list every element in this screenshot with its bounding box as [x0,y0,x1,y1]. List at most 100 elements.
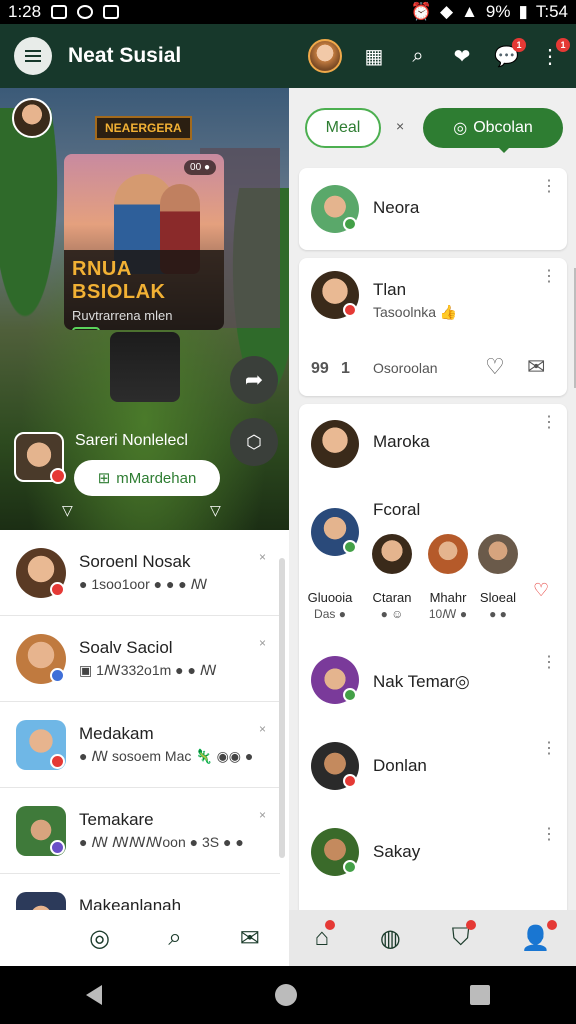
profile-avatar-button[interactable] [308,39,342,73]
search-icon[interactable]: ⌕ [406,45,430,68]
status-bar: 1:28 ⏰ ◆ ▲ 9% ▮ T:54 [0,0,576,24]
alarm-icon: ⏰ [410,2,433,21]
list-item-sub: ▣ 1ꟿ332o1m ● ● ꟿ [79,662,217,678]
status-badge [343,540,357,554]
list-item[interactable]: Soroenl Nosak ● 1soo1oor ● ● ● ꟿ × [0,530,280,616]
heart-icon[interactable]: ❤ [450,44,474,69]
status-badge [343,688,357,702]
join-button-label: mMardehan [116,469,197,487]
more-badge: 1 [556,37,570,52]
filter-bar: Meal × ◎ Obcolan [289,88,576,168]
mail-notification-icon [103,5,120,19]
featured-game-hero[interactable]: NEAERGERA 00 ● RNUA BSIOLAK Ruvtrarrena … [0,88,289,530]
group-member[interactable] [475,534,521,574]
feed-card-name: Sakay [373,842,421,861]
game-subtitle: Ruvtrarrena mlen [72,308,173,323]
list-item[interactable]: Medakam ● ꟿ sosoem Mac 🦎 ◉◉ ● × [0,702,280,788]
home-button-icon[interactable] [274,984,297,1006]
menu-icon [25,55,41,57]
notification-dot [324,920,335,930]
close-icon[interactable]: × [259,550,266,564]
conversation-list: Soroenl Nosak ● 1soo1oor ● ● ● ꟿ × Soalv… [0,530,289,966]
filter-chip-active[interactable]: ◎ Obcolan [423,108,563,153]
game-card-info: RNUA BSIOLAK Ruvtrarrena mlen 00 [64,250,224,330]
feed-card-sub: Tasoolnka 👍 [373,304,458,320]
chevron-down-icon[interactable]: ▽ [62,502,73,519]
back-icon[interactable] [86,985,103,1005]
hexagon-button[interactable]: ⬡ [230,418,278,466]
close-icon[interactable]: × [259,636,266,650]
search-icon[interactable]: ⌕ [168,924,181,952]
group-member-label: Gluooia Das ● [307,590,353,621]
group-member[interactable] [425,534,471,574]
status-badge [343,303,357,317]
game-card[interactable]: 00 ● RNUA BSIOLAK Ruvtrarrena mlen 00 [64,154,224,330]
more-icon[interactable]: ⋮ 1 [538,37,570,69]
more-options-icon[interactable]: ⋮ [541,269,557,285]
game-score: 00 [72,327,100,330]
app-bar: Neat Susial ▦ ⌕ ❤ 💬 1 ⋮ 1 [0,24,576,88]
close-icon[interactable]: × [259,808,266,822]
menu-button[interactable] [14,37,52,75]
list-item[interactable]: Soalv Saciol ▣ 1ꟿ332o1m ● ● ꟿ × [0,616,280,702]
join-button[interactable]: ⊞ mMardehan [74,460,220,496]
status-badge [343,860,357,874]
feed-card[interactable]: Tlan Tasoolnka 👍 ⋮ 99 1 Osoroolan ♡ ✉ [299,258,567,396]
grid-icon[interactable]: ▦ [362,44,386,69]
share-arrow-icon: ➦ [244,367,264,392]
message-icon[interactable]: ✉ [527,354,545,380]
join-icon: ⊞ [97,470,111,487]
feed-card-name: Maroka [373,432,430,451]
chat-bubble-icon[interactable]: ◎ [89,924,110,953]
chat-icon: ◎ [453,120,468,137]
chevron-down-icon[interactable]: ▽ [210,502,221,519]
profile-icon[interactable]: 👤 [521,919,557,953]
clock-right: T:54 [535,2,568,21]
feed-card[interactable]: Neora ⋮ [299,168,567,250]
battery-percent: 9% [485,2,511,21]
avatar [428,534,468,574]
list-item-name: Soroenl Nosak [79,552,191,571]
status-badge [343,774,357,788]
hero-poster-name: Sareri Nonlelecl [75,432,188,449]
hero-user-avatar[interactable] [12,98,52,138]
notification-dot [465,920,476,930]
bottom-nav-left: ◎ ⌕ ✉ [0,910,289,966]
filter-chip-meal[interactable]: Meal [305,108,381,148]
list-item-name: Medakam [79,724,154,743]
home-icon[interactable]: ⌂ [314,920,335,952]
scrollbar[interactable] [279,558,285,858]
clock: 1:28 [8,2,42,21]
status-badge [50,754,65,769]
sport-ball-icon[interactable]: ◍ [380,924,401,953]
chat-icon[interactable]: 💬 1 [494,37,526,69]
filter-separator: × [396,118,405,134]
more-options-icon[interactable]: ⋮ [541,741,557,757]
heart-badge-icon[interactable]: ♡ [533,580,549,601]
list-item-name: Soalv Saciol [79,638,173,657]
heart-outline-icon[interactable]: ♡ [485,354,505,380]
status-badge [50,582,65,597]
like-count: 99 [311,360,329,377]
status-badge [50,840,65,855]
list-item-sub: ● ꟿ ꟿꟿꟿoon ● 3S ● ● [79,834,244,850]
recents-icon[interactable] [469,985,490,1005]
feed-card-name: Tlan [373,280,407,299]
tree-decoration [0,108,70,368]
more-options-icon[interactable]: ⋮ [541,415,557,431]
status-badge [50,668,65,683]
list-item-name: Temakare [79,810,154,829]
chat-badge: 1 [512,37,526,52]
close-icon[interactable]: × [259,722,266,736]
more-options-icon[interactable]: ⋮ [541,655,557,671]
avatar [372,534,412,574]
more-options-icon[interactable]: ⋮ [541,179,557,195]
more-options-icon[interactable]: ⋮ [541,827,557,843]
share-button[interactable]: ➦ [230,356,278,404]
notification-dot [546,919,557,930]
shield-icon[interactable]: ⛉ [452,920,476,952]
list-item[interactable]: Temakare ● ꟿ ꟿꟿꟿoon ● 3S ● ● × [0,788,280,874]
mail-icon[interactable]: ✉ [240,924,260,953]
game-card-chip: 00 ● [184,160,216,175]
group-member[interactable] [369,534,415,574]
